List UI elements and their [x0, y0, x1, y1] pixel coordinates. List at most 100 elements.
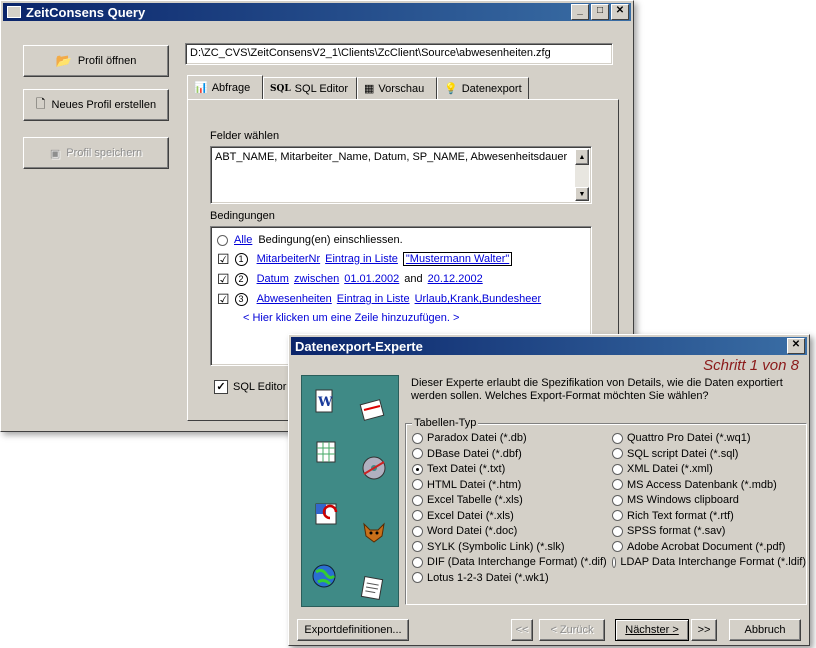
save-profile-label: Profil speichern — [66, 147, 143, 159]
export-format-radio[interactable] — [612, 556, 617, 568]
export-format-label: Rich Text format (*.rtf) — [627, 509, 734, 522]
disk-icon — [360, 454, 388, 482]
export-format-label: DBase Datei (*.dbf) — [427, 447, 522, 460]
condition-1-operator[interactable]: Eintrag in Liste — [325, 253, 398, 265]
export-format-option[interactable]: SQL script Datei (*.sql) — [612, 448, 738, 460]
fox-icon — [360, 518, 388, 546]
condition-3-number: 3 — [234, 292, 248, 306]
export-format-radio[interactable] — [412, 510, 423, 521]
export-format-radio[interactable] — [612, 432, 623, 444]
table-type-group: Tabellen-Typ Paradox Datei (*.db) DBase D… — [405, 417, 807, 605]
open-profile-label: Profil öffnen — [77, 55, 137, 67]
profile-path-value: D:\ZC_CVS\ZeitConsensV2_1\Clients\ZcClie… — [190, 47, 551, 59]
export-format-option[interactable]: DBase Datei (*.dbf) — [412, 448, 522, 460]
export-definitions-button[interactable]: Exportdefinitionen... — [297, 619, 409, 641]
condition-1-value[interactable]: "Mustermann Walter" — [402, 252, 513, 266]
export-format-option[interactable]: Quattro Pro Datei (*.wq1) — [612, 432, 751, 444]
tab-vorschau[interactable]: ▦ Vorschau — [357, 77, 437, 99]
export-format-radio[interactable] — [412, 463, 423, 475]
export-format-radio[interactable] — [612, 448, 623, 459]
export-close-button[interactable]: ✕ — [787, 338, 805, 354]
lightbulb-icon: 💡 — [444, 83, 458, 95]
export-format-option[interactable]: Adobe Acrobat Document (*.pdf) — [612, 541, 785, 553]
export-format-option[interactable]: HTML Datei (*.htm) — [412, 479, 521, 491]
profile-path-field[interactable]: D:\ZC_CVS\ZeitConsensV2_1\Clients\ZcClie… — [185, 43, 613, 65]
export-format-option[interactable]: Word Datei (*.doc) — [412, 525, 517, 537]
fields-textarea[interactable]: ABT_NAME, Mitarbeiter_Name, Datum, SP_NA… — [210, 146, 592, 204]
export-format-radio[interactable] — [412, 448, 423, 459]
export-format-radio[interactable] — [612, 525, 623, 537]
export-format-option[interactable]: Rich Text format (*.rtf) — [612, 510, 734, 522]
notepad-icon — [358, 574, 386, 602]
export-format-label: LDAP Data Interchange Format (*.ldif) — [620, 556, 806, 568]
condition-2-value-start[interactable]: 01.01.2002 — [344, 273, 399, 285]
scroll-up-button[interactable]: ▲ — [575, 149, 589, 165]
export-format-radio[interactable] — [412, 494, 423, 506]
back-button[interactable]: < Zurück — [539, 619, 605, 641]
export-dialog: Datenexport-Experte ✕ Schritt 1 von 8 W … — [288, 334, 810, 646]
export-format-label: MS Access Datenbank (*.mdb) — [627, 478, 777, 491]
export-format-radio[interactable] — [412, 572, 423, 583]
export-format-option[interactable]: MS Access Datenbank (*.mdb) — [612, 479, 777, 491]
condition-3-value[interactable]: Urlaub,Krank,Bundesheer — [415, 293, 542, 305]
all-conditions-radio[interactable] — [217, 234, 228, 246]
close-button[interactable]: ✕ — [611, 4, 629, 20]
export-format-radio[interactable] — [412, 432, 423, 444]
condition-1-checkbox[interactable]: ☑ — [217, 252, 230, 266]
export-format-option[interactable]: DIF (Data Interchange Format) (*.dif) — [412, 556, 607, 568]
tab-vorschau-label: Vorschau — [378, 82, 425, 95]
next-button[interactable]: Nächster > — [615, 619, 689, 641]
save-icon: ▣ — [49, 147, 61, 160]
condition-3-checkbox[interactable]: ☑ — [217, 292, 230, 306]
condition-2-field[interactable]: Datum — [257, 273, 289, 285]
scroll-down-button[interactable]: ▼ — [575, 187, 589, 201]
condition-1-field[interactable]: MitarbeiterNr — [257, 253, 321, 265]
fields-scrollbar[interactable]: ▲ ▼ — [575, 149, 589, 201]
sql-editor-toggle[interactable]: ✓ SQL Editor — [214, 380, 286, 394]
export-format-option[interactable]: XML Datei (*.xml) — [612, 463, 713, 475]
export-format-option[interactable]: SPSS format (*.sav) — [612, 525, 725, 537]
export-format-option[interactable]: Text Datei (*.txt) — [412, 463, 505, 475]
export-format-radio[interactable] — [412, 479, 423, 490]
last-step-button[interactable]: >> — [691, 619, 717, 641]
sql-editor-checkbox[interactable]: ✓ — [214, 380, 228, 394]
new-document-icon: 🗋 — [35, 96, 46, 111]
cancel-button[interactable]: Abbruch — [729, 619, 801, 641]
condition-2-checkbox[interactable]: ☑ — [217, 272, 230, 286]
open-profile-button[interactable]: 📂 Profil öffnen — [23, 45, 169, 77]
all-conditions-link[interactable]: Alle — [234, 234, 252, 246]
condition-2-value-end[interactable]: 20.12.2002 — [428, 273, 483, 285]
export-titlebar[interactable]: Datenexport-Experte ✕ — [291, 337, 807, 355]
export-format-option[interactable]: Excel Tabelle (*.xls) — [412, 494, 523, 506]
condition-3-operator[interactable]: Eintrag in Liste — [337, 293, 410, 305]
export-format-radio[interactable] — [612, 541, 623, 552]
sql-icon: SQL — [270, 83, 291, 94]
tab-sql-editor[interactable]: SQL SQL Editor — [263, 77, 357, 99]
maximize-button[interactable]: □ — [591, 4, 609, 20]
tab-abfrage[interactable]: 📊 Abfrage — [187, 75, 263, 99]
save-profile-button[interactable]: ▣ Profil speichern — [23, 137, 169, 169]
main-titlebar[interactable]: ZeitConsens Query _ □ ✕ — [3, 3, 631, 21]
export-format-option[interactable]: Paradox Datei (*.db) — [412, 432, 527, 444]
first-step-button[interactable]: << — [511, 619, 533, 641]
condition-1-number: 1 — [234, 252, 248, 266]
tab-datenexport[interactable]: 💡 Datenexport — [437, 77, 529, 99]
export-format-option[interactable]: MS Windows clipboard — [612, 494, 739, 506]
export-format-radio[interactable] — [612, 479, 623, 490]
new-profile-button[interactable]: 🗋 Neues Profil erstellen — [23, 89, 169, 121]
export-format-radio[interactable] — [612, 494, 623, 506]
export-format-radio[interactable] — [412, 541, 423, 552]
condition-2-operator[interactable]: zwischen — [294, 273, 339, 285]
export-format-option[interactable]: LDAP Data Interchange Format (*.ldif) — [612, 556, 806, 568]
condition-3-field[interactable]: Abwesenheiten — [257, 293, 332, 305]
export-format-option[interactable]: Lotus 1-2-3 Datei (*.wk1) — [412, 572, 549, 584]
export-format-option[interactable]: SYLK (Symbolic Link) (*.slk) — [412, 541, 565, 553]
add-condition-hint[interactable]: < Hier klicken um eine Zeile hinzuzufüge… — [217, 309, 585, 327]
export-format-radio[interactable] — [412, 556, 423, 568]
export-format-radio[interactable] — [612, 510, 623, 521]
export-format-radio[interactable] — [412, 525, 423, 537]
window-title: ZeitConsens Query — [26, 4, 146, 20]
export-format-radio[interactable] — [612, 463, 623, 475]
minimize-button[interactable]: _ — [571, 4, 589, 20]
export-format-option[interactable]: Excel Datei (*.xls) — [412, 510, 514, 522]
